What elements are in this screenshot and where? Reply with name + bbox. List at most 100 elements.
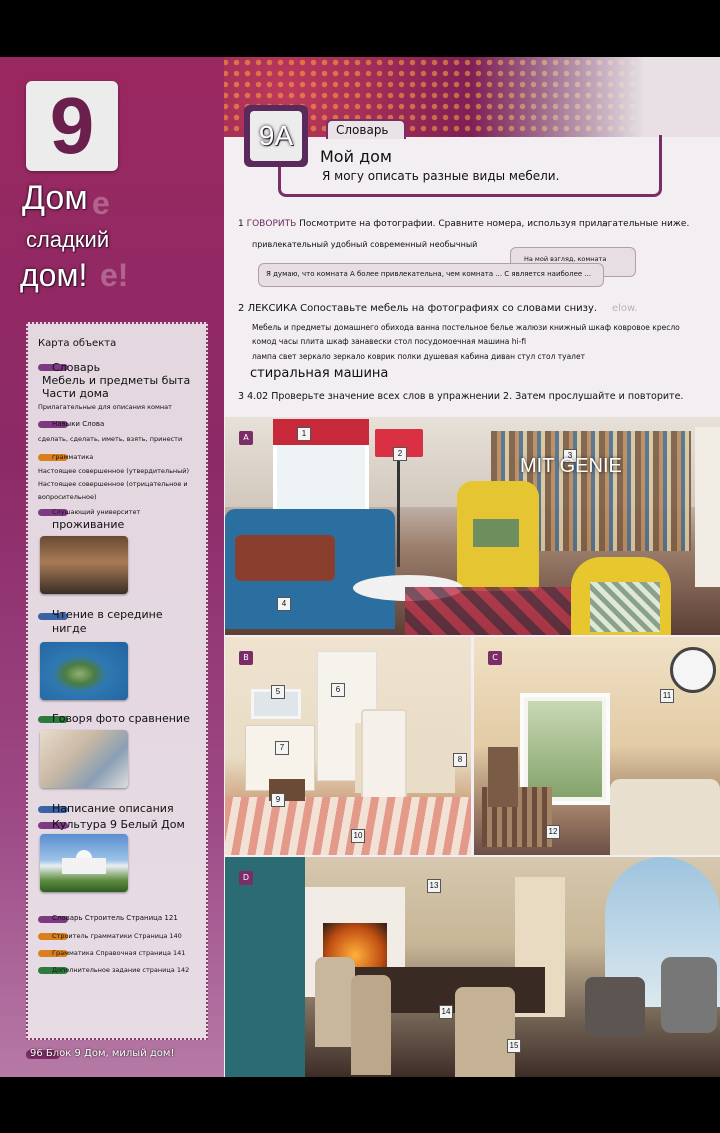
contents-item[interactable]: вопросительное) bbox=[38, 492, 203, 502]
contents-item[interactable]: Строитель грамматики Страница 140 bbox=[52, 931, 217, 941]
exercise-number: 1 bbox=[238, 219, 244, 229]
exercise-text: Проверьте значение всех слов в упражнени… bbox=[271, 391, 684, 402]
photo-number: 6 bbox=[331, 683, 345, 697]
lesson-code: 9A bbox=[258, 120, 294, 151]
photo-letter: A bbox=[239, 431, 253, 445]
unit-title-line-2: сладкий bbox=[26, 227, 110, 252]
wall-clock bbox=[670, 647, 716, 693]
sofa bbox=[610, 779, 720, 855]
unit-number-box: 9 bbox=[26, 81, 118, 171]
photo-number: 14 bbox=[439, 1005, 453, 1019]
contents-item[interactable]: Настоящее совершенное (утвердительный) bbox=[38, 466, 203, 476]
audio-track[interactable]: 4.02 bbox=[247, 391, 268, 402]
photo-living-room: A 1 2 3 4 bbox=[225, 417, 720, 635]
photo-dining-room: D 13 14 15 bbox=[225, 857, 720, 1077]
contents-item[interactable]: Написание описания bbox=[52, 802, 217, 815]
contents-item[interactable]: Прилагательные для описания комнат bbox=[38, 402, 203, 412]
photo-number: 15 bbox=[507, 1039, 521, 1053]
contents-item[interactable]: Настоящее совершенное (отрицательное и bbox=[38, 479, 203, 489]
lesson-goal: Я могу описать разные виды мебели. bbox=[322, 169, 560, 183]
teal-wall bbox=[225, 857, 305, 1077]
white-house-thumbnail bbox=[40, 834, 128, 892]
photo-letter: B bbox=[239, 651, 253, 665]
contents-item[interactable]: Части дома bbox=[42, 387, 207, 400]
dining-chair bbox=[455, 987, 515, 1077]
photo-number: 9 bbox=[271, 793, 285, 807]
unit-number: 9 bbox=[49, 81, 95, 170]
screen-bottom-bar bbox=[0, 1077, 720, 1133]
photo-number: 12 bbox=[546, 825, 560, 839]
photo-number: 1 bbox=[297, 427, 311, 441]
red-blind bbox=[273, 419, 369, 445]
contents-item[interactable]: сделать, сделать, иметь, взять, принести bbox=[38, 434, 203, 444]
armchair bbox=[585, 977, 645, 1037]
lesson-title: Мой дом bbox=[320, 147, 392, 166]
contents-item[interactable]: нигде bbox=[52, 622, 217, 635]
vocabulary-line: лампа свет зеркало зеркало коврик полки … bbox=[252, 352, 585, 361]
living-room-thumbnail bbox=[40, 536, 128, 594]
photo-number: 13 bbox=[427, 879, 441, 893]
contents-item[interactable]: Слушающий университет bbox=[52, 507, 217, 517]
textbook-page: e e! 9 Дом сладкий дом! Карта объекта Сл… bbox=[0, 57, 720, 1077]
photo-number: 10 bbox=[351, 829, 365, 843]
photo-number: 8 bbox=[453, 753, 467, 767]
photo-number: 5 bbox=[271, 685, 285, 699]
exercise-tag: ГОВОРИТЬ bbox=[246, 219, 297, 229]
photo-number: 2 bbox=[393, 447, 407, 461]
lesson-badge: 9A bbox=[244, 105, 308, 167]
watermark: MIT GENIE bbox=[520, 455, 622, 477]
unit-sidebar: e e! 9 Дом сладкий дом! Карта объекта Сл… bbox=[0, 57, 224, 1077]
ghost-text: e bbox=[92, 185, 110, 221]
bedspread bbox=[225, 797, 471, 855]
contents-item[interactable]: Мебель и предметы быта bbox=[42, 374, 207, 387]
cushion bbox=[235, 535, 335, 581]
exercise-text: Сопоставьте мебель на фотографиях со сло… bbox=[300, 303, 598, 314]
armchair-cushion bbox=[473, 519, 519, 547]
unit-title-line-3: дом! bbox=[20, 257, 88, 293]
speech-bubble-text: Я думаю, что комната А более привлекател… bbox=[266, 270, 592, 278]
exercise-3-instruction: 3 4.02 Проверьте значение всех слов в уп… bbox=[238, 391, 683, 402]
photo-number: 7 bbox=[275, 741, 289, 755]
contents-title: Карта объекта bbox=[38, 338, 117, 349]
door bbox=[695, 427, 720, 587]
lamp-stand bbox=[397, 457, 400, 567]
white-chair bbox=[361, 709, 407, 799]
contents-item[interactable]: Дополнительное задание страница 142 bbox=[52, 965, 217, 975]
contents-item[interactable]: Навыки Слова bbox=[52, 419, 217, 430]
exercise-1-adjectives: привлекательный удобный современный необ… bbox=[252, 240, 478, 249]
contents-item[interactable]: Говоря фото сравнение bbox=[52, 712, 217, 725]
speech-bubble-text: На мой взгляд, комната bbox=[524, 255, 607, 263]
white-house-building bbox=[62, 858, 106, 874]
contents-item[interactable]: грамматика bbox=[52, 452, 217, 462]
vocabulary-line: стиральная машина bbox=[250, 366, 389, 381]
contents-item[interactable]: Словарь bbox=[52, 361, 217, 374]
header-fade bbox=[470, 57, 720, 137]
exercise-2-instruction: 2 ЛЕКСИКА Сопоставьте мебель на фотограф… bbox=[238, 303, 597, 314]
photo-letter: C bbox=[488, 651, 502, 665]
exercise-number: 2 bbox=[238, 303, 245, 314]
ghost-text: e! bbox=[100, 257, 129, 293]
contents-item[interactable]: Грамматика Справочная страница 141 bbox=[52, 948, 217, 958]
garden-view bbox=[528, 701, 602, 797]
outdoor-chair bbox=[661, 957, 717, 1033]
photo-letter: D bbox=[239, 871, 253, 885]
dining-chair bbox=[351, 975, 391, 1075]
people-thumbnail bbox=[40, 730, 128, 788]
vocabulary-line: Мебель и предметы домашнего обихода ванн… bbox=[252, 323, 680, 332]
contents-item[interactable]: Словарь Строитель Страница 121 bbox=[52, 913, 217, 924]
contents-item[interactable]: проживание bbox=[52, 518, 217, 531]
exercise-1-instruction: 1 ГОВОРИТЬ Посмотрите на фотографии. Сра… bbox=[238, 219, 689, 229]
ghost-text: elow. bbox=[612, 303, 638, 314]
dining-chair bbox=[315, 957, 355, 1047]
lesson-header-frame bbox=[278, 135, 662, 197]
footer-text: 96 Блок 9 Дом, милый дом! bbox=[30, 1048, 175, 1059]
page-footer: 96 Блок 9 Дом, милый дом! bbox=[26, 1047, 208, 1063]
unit-contents-panel: Карта объекта Словарь Мебель и предметы … bbox=[26, 322, 208, 1040]
contents-item[interactable]: Чтение в середине bbox=[52, 608, 217, 621]
photo-sitting-room: C 11 12 bbox=[474, 637, 720, 855]
exercise-tag: ЛЕКСИКА bbox=[247, 303, 297, 314]
photo-number: 11 bbox=[660, 689, 674, 703]
contents-item[interactable]: Культура 9 Белый Дом bbox=[52, 818, 217, 831]
chair bbox=[488, 747, 518, 807]
photo-number: 4 bbox=[277, 597, 291, 611]
